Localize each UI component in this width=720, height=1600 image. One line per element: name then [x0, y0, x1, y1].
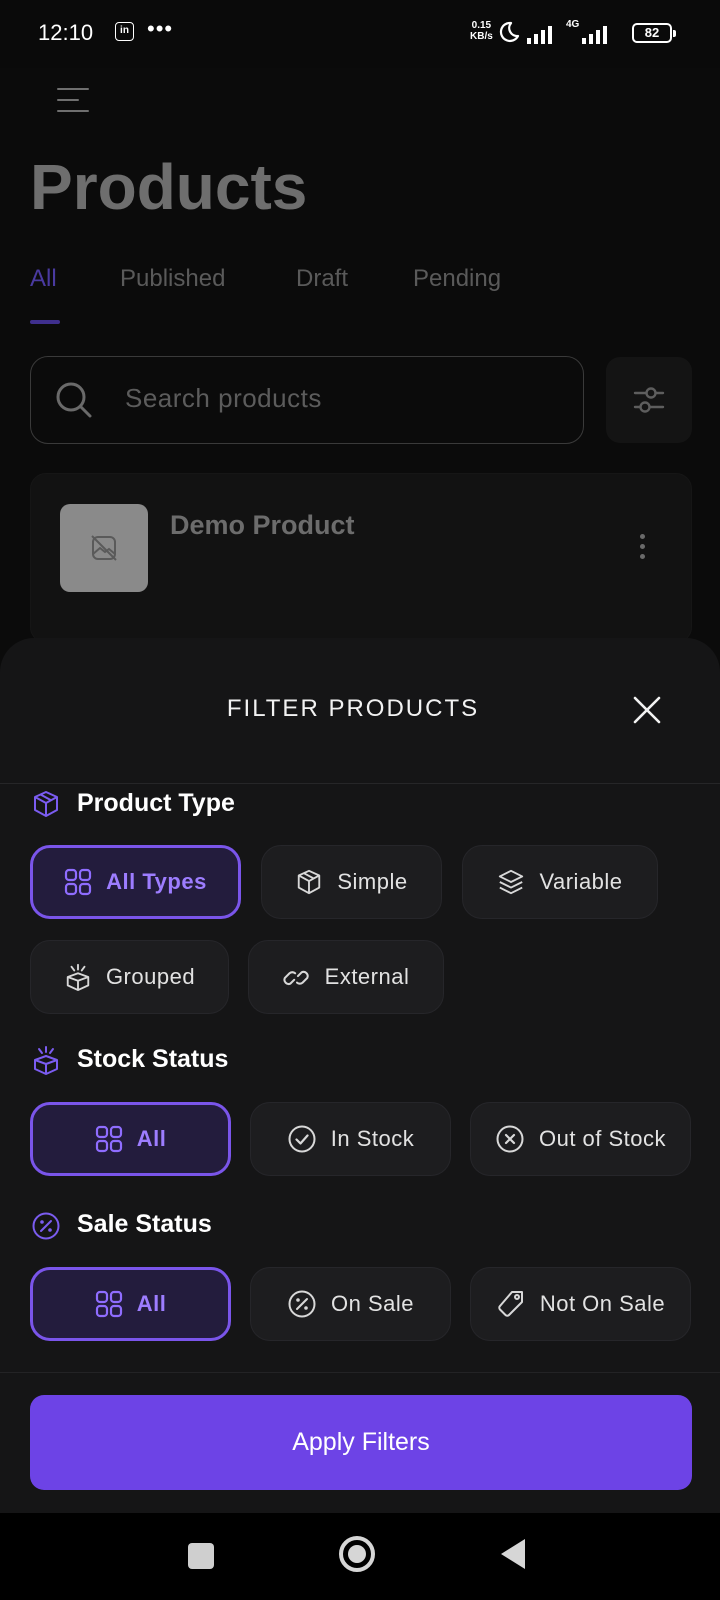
battery-indicator: 82 — [632, 23, 676, 43]
tab-published[interactable]: Published — [120, 265, 225, 293]
moon-icon — [499, 21, 520, 43]
chip-label: All — [136, 1126, 167, 1151]
chip-sale-all[interactable]: All — [30, 1267, 231, 1341]
signal-icon — [527, 26, 552, 44]
recents-icon[interactable] — [188, 1543, 214, 1569]
home-icon[interactable] — [339, 1536, 375, 1572]
chip-stock-all[interactable]: All — [30, 1102, 231, 1176]
apply-filters-button[interactable]: Apply Filters — [30, 1395, 692, 1490]
more-notifications-icon: ••• — [147, 16, 174, 41]
status-time: 12:10 — [38, 20, 94, 45]
chip-out-of-stock[interactable]: Out of Stock — [470, 1102, 691, 1176]
chip-simple[interactable]: Simple — [261, 845, 442, 919]
linkedin-notification-icon: in — [115, 22, 134, 41]
chip-label: Out of Stock — [538, 1126, 667, 1151]
chip-label: Grouped — [105, 964, 196, 989]
check-circle-icon — [288, 1125, 316, 1153]
tab-draft[interactable]: Draft — [296, 265, 348, 293]
chip-label: In Stock — [330, 1126, 415, 1151]
network-speed: 0.15 KB/s — [470, 20, 493, 42]
link-icon — [283, 970, 309, 985]
layers-icon — [499, 869, 524, 895]
chip-label: All — [136, 1291, 167, 1316]
tab-active-indicator — [30, 320, 60, 324]
filter-bottom-sheet — [0, 638, 720, 1513]
chip-all-types[interactable]: All Types — [30, 845, 241, 919]
chip-variable[interactable]: Variable — [462, 845, 658, 919]
box-icon — [34, 791, 58, 817]
chip-external[interactable]: External — [248, 940, 444, 1014]
page-title: Products — [30, 151, 308, 223]
chip-in-stock[interactable]: In Stock — [250, 1102, 451, 1176]
chip-label: Simple — [337, 869, 408, 894]
status-bar — [0, 0, 720, 68]
grid-icon — [95, 1290, 122, 1318]
grid-icon — [95, 1125, 122, 1153]
search-placeholder: Search products — [125, 383, 322, 413]
more-options-icon[interactable] — [640, 534, 646, 562]
chip-grouped[interactable]: Grouped — [30, 940, 229, 1014]
box-icon — [298, 869, 321, 895]
chip-label: Not On Sale — [539, 1291, 666, 1316]
image-placeholder-icon — [91, 535, 117, 561]
percent-circle-icon — [288, 1290, 316, 1318]
grid-icon — [65, 868, 92, 896]
tab-pending[interactable]: Pending — [413, 265, 501, 293]
section-title-sale-status: Sale Status — [77, 1210, 212, 1238]
chip-label: External — [324, 964, 410, 989]
percent-circle-icon — [32, 1212, 60, 1240]
tab-all[interactable]: All — [30, 265, 57, 293]
footer-divider — [0, 1372, 720, 1373]
product-name: Demo Product — [170, 510, 355, 540]
sheet-title: FILTER PRODUCTS — [226, 695, 480, 722]
section-title-product-type: Product Type — [77, 789, 235, 817]
chip-label: On Sale — [331, 1291, 414, 1316]
chip-label: All Types — [106, 869, 207, 894]
back-icon[interactable] — [501, 1539, 525, 1569]
signal-4g-icon — [582, 26, 607, 44]
chip-on-sale[interactable]: On Sale — [250, 1267, 451, 1341]
section-title-stock-status: Stock Status — [77, 1045, 229, 1073]
box-open-icon — [66, 963, 90, 991]
search-icon — [56, 382, 92, 418]
chip-not-on-sale[interactable]: Not On Sale — [470, 1267, 691, 1341]
tag-icon — [498, 1291, 523, 1317]
chip-label: Variable — [539, 869, 623, 894]
box-open-icon — [34, 1046, 58, 1075]
sliders-icon — [633, 387, 665, 413]
x-circle-icon — [496, 1125, 524, 1153]
close-icon[interactable] — [630, 693, 664, 727]
sheet-divider — [0, 783, 720, 784]
hamburger-menu-icon[interactable] — [57, 88, 91, 118]
